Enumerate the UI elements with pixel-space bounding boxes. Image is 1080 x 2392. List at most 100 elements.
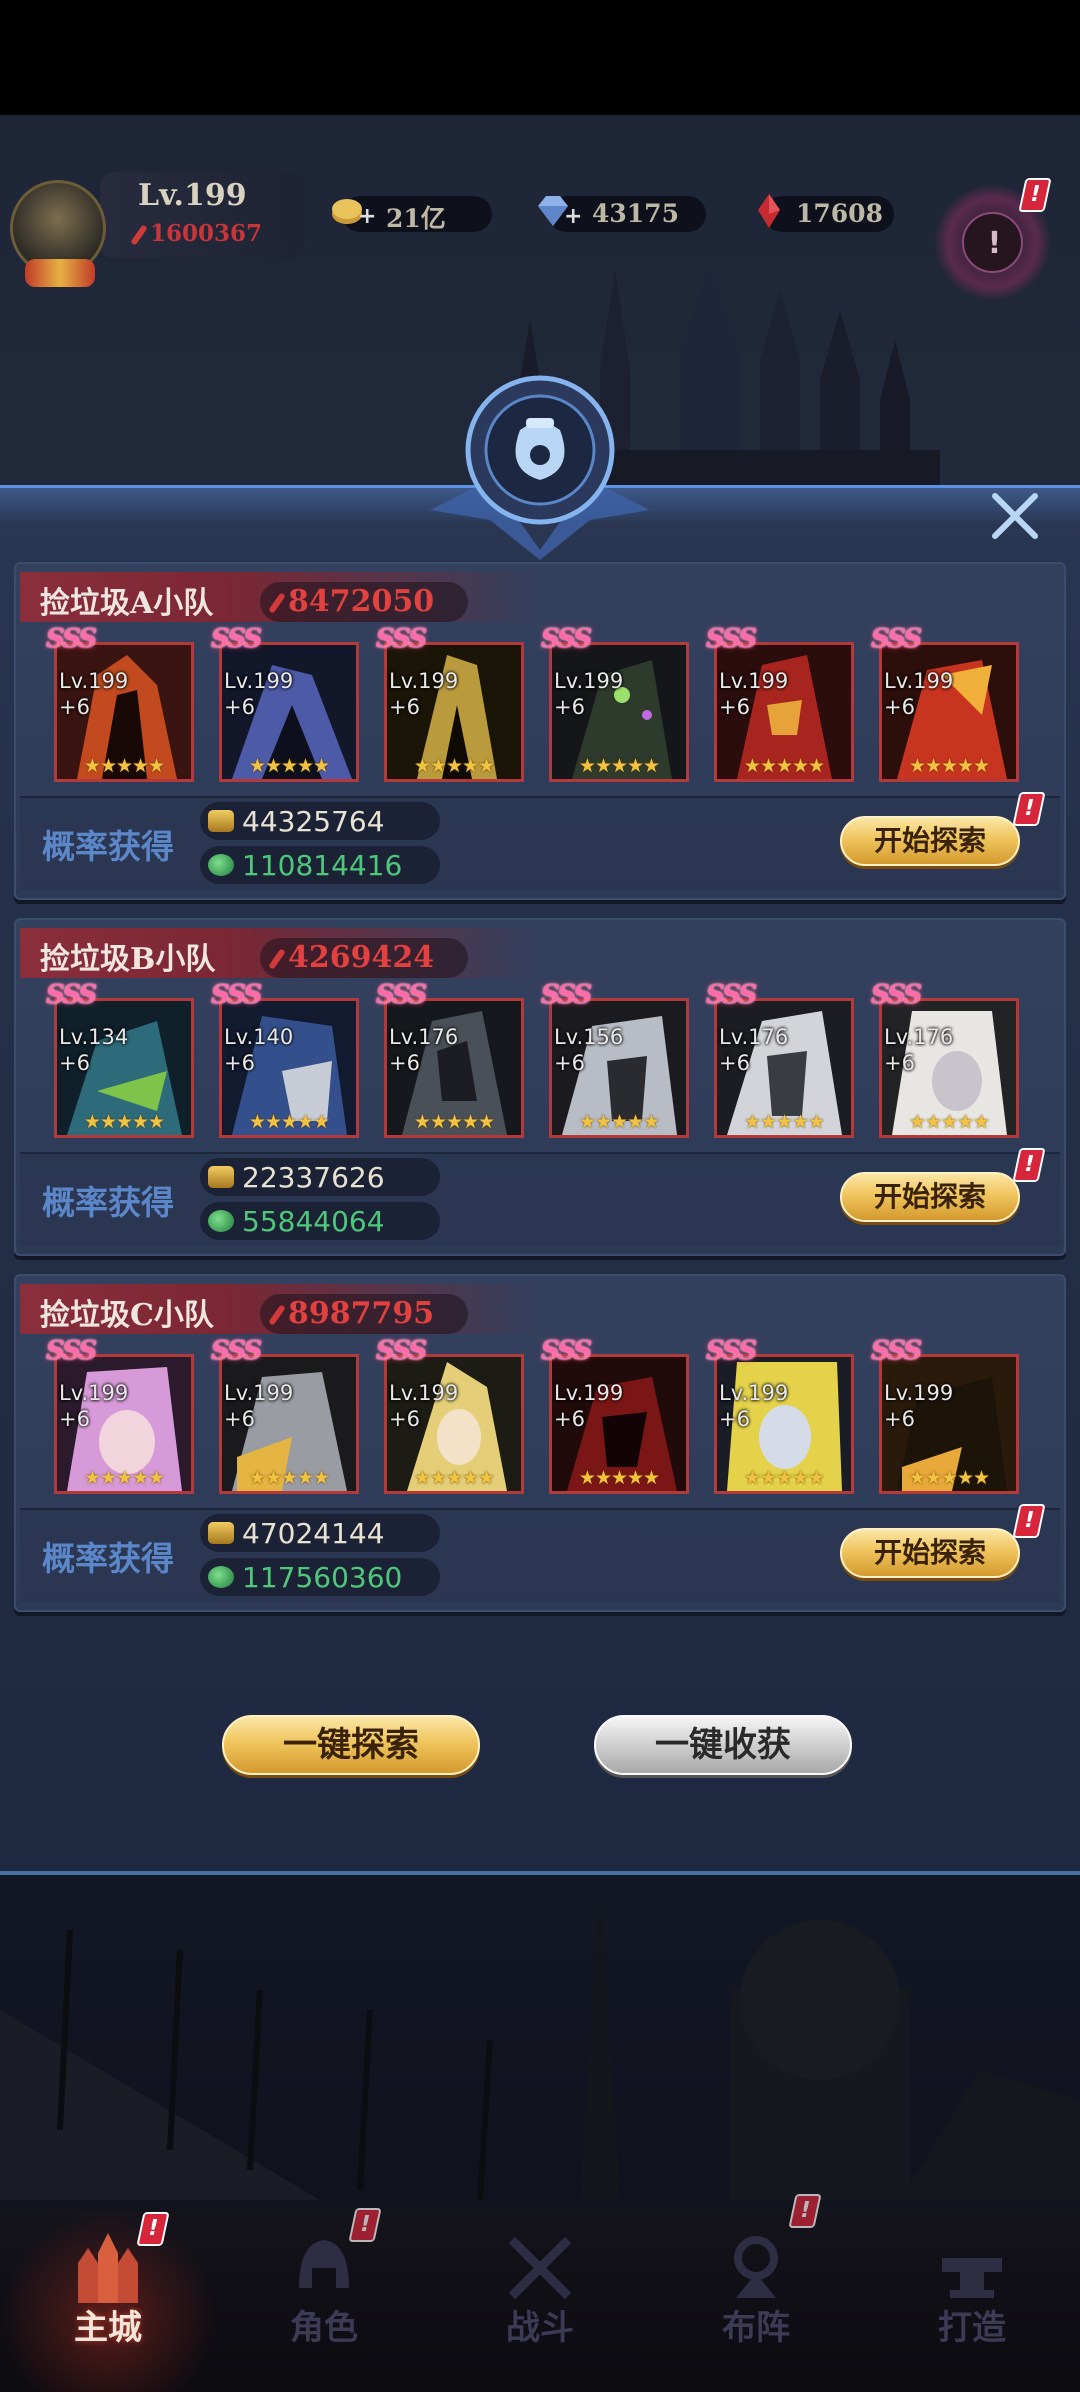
hero-plus: +6 (884, 695, 915, 719)
status-bar-area (0, 0, 1080, 115)
red-gem-value: 17608 (796, 199, 883, 228)
start-explore-button[interactable]: 开始探索 (840, 1528, 1020, 1578)
team-power-value: 8987795 (288, 1296, 435, 1331)
team-power-value: 4269424 (288, 940, 435, 975)
nav-label: 布阵 (722, 2308, 790, 2348)
hero-level: Lv.199 (884, 669, 954, 693)
reward-row: 概率获得 47024144 117560360 开始探索 (20, 1504, 1060, 1602)
hero-stars: ★★★★★ (413, 755, 495, 777)
hero-card[interactable]: Lv.199 +6 ★★★★★ (549, 1354, 689, 1494)
nav-label: 战斗 (506, 2308, 574, 2348)
hero-plus: +6 (59, 1051, 90, 1075)
hero-plus: +6 (554, 1051, 585, 1075)
add-gold-icon[interactable]: + (358, 204, 376, 229)
formation-icon (734, 2236, 778, 2298)
explore-alert-badge (1012, 1148, 1046, 1182)
hero-level: Lv.140 (224, 1025, 294, 1049)
potion-reward: 110814416 (200, 846, 440, 884)
hero-level: Lv.199 (719, 1381, 789, 1405)
hero-plus: +6 (554, 695, 585, 719)
avatar-frame-decoration (25, 259, 95, 287)
hero-level: Lv.199 (554, 1381, 624, 1405)
team-card-b: 捡垃圾B小队 4269424 Lv.134 +6 ★★★★★ Lv.140 +6… (14, 918, 1066, 1256)
hero-plus: +6 (884, 1407, 915, 1431)
hero-card[interactable]: Lv.199 +6 ★★★★★ (879, 642, 1019, 782)
player-level: Lv.199 (138, 178, 247, 213)
hero-level: Lv.156 (554, 1025, 624, 1049)
player-power-value: 1600367 (150, 220, 263, 247)
potion-reward: 117560360 (200, 1558, 440, 1596)
diamond-resource[interactable]: + 43175 (538, 196, 706, 232)
rank-badge: SSS (46, 980, 97, 1010)
hero-card[interactable]: Lv.199 +6 ★★★★★ (384, 642, 524, 782)
hero-card[interactable]: Lv.199 +6 ★★★★★ (219, 1354, 359, 1494)
nav-formation[interactable]: 布阵 (648, 2194, 864, 2392)
avatar[interactable] (10, 180, 106, 287)
nav-label: 主城 (74, 2308, 142, 2348)
nav-forge[interactable]: 打造 (864, 2210, 1080, 2392)
hero-card[interactable]: Lv.140 +6 ★★★★★ (219, 998, 359, 1138)
red-gem-resource[interactable]: 17608 (758, 194, 894, 232)
start-explore-button[interactable]: 开始探索 (840, 1172, 1020, 1222)
hero-stars: ★★★★★ (83, 755, 165, 777)
hero-plus: +6 (719, 1051, 750, 1075)
gold-reward-value: 44325764 (242, 805, 385, 838)
hero-card[interactable]: Lv.199 +6 ★★★★★ (384, 1354, 524, 1494)
rank-badge: SSS (541, 624, 592, 654)
gold-value: 21亿 (386, 204, 446, 233)
hero-plus: +6 (224, 695, 255, 719)
hero-card[interactable]: Lv.176 +6 ★★★★★ (879, 998, 1019, 1138)
anvil-icon (942, 2258, 1002, 2298)
hero-card[interactable]: Lv.199 +6 ★★★★★ (714, 1354, 854, 1494)
gold-reward: 44325764 (200, 802, 440, 840)
hero-card[interactable]: Lv.199 +6 ★★★★★ (219, 642, 359, 782)
rank-badge: SSS (211, 1336, 262, 1366)
hero-card[interactable]: Lv.199 +6 ★★★★★ (879, 1354, 1019, 1494)
potion-reward: 55844064 (200, 1202, 440, 1240)
gold-resource[interactable]: + 21亿 (332, 196, 492, 233)
hero-level: Lv.199 (554, 669, 624, 693)
hero-stars: ★★★★★ (83, 1111, 165, 1133)
hero-card[interactable]: Lv.176 +6 ★★★★★ (714, 998, 854, 1138)
gold-reward: 47024144 (200, 1514, 440, 1552)
hero-level: Lv.176 (884, 1025, 954, 1049)
explore-all-button[interactable]: 一键探索 (222, 1715, 480, 1775)
hero-stars: ★★★★★ (248, 1111, 330, 1133)
add-diamond-icon[interactable]: + (564, 204, 582, 229)
hero-card[interactable]: Lv.156 +6 ★★★★★ (549, 998, 689, 1138)
hero-stars: ★★★★★ (578, 755, 660, 777)
hero-stars: ★★★★★ (908, 755, 990, 777)
hero-plus: +6 (389, 695, 420, 719)
explore-alert-badge (1012, 1504, 1046, 1538)
hero-card[interactable]: Lv.199 +6 ★★★★★ (549, 642, 689, 782)
hero-card[interactable]: Lv.134 +6 ★★★★★ (54, 998, 194, 1138)
team-header: 捡垃圾B小队 4269424 (20, 928, 540, 978)
hero-level: Lv.134 (59, 1025, 129, 1049)
hero-level: Lv.199 (719, 669, 789, 693)
hero-plus: +6 (59, 695, 90, 719)
hero-plus: +6 (719, 1407, 750, 1431)
hero-plus: +6 (59, 1407, 90, 1431)
hero-card[interactable]: Lv.176 +6 ★★★★★ (384, 998, 524, 1138)
hero-card[interactable]: Lv.199 +6 ★★★★★ (54, 1354, 194, 1494)
rank-badge: SSS (376, 1336, 427, 1366)
collect-all-button[interactable]: 一键收获 (594, 1715, 852, 1775)
hero-level: Lv.199 (884, 1381, 954, 1405)
hero-stars: ★★★★★ (413, 1467, 495, 1489)
player-level-panel: Lv.199 1600367 (100, 172, 305, 258)
nav-characters[interactable]: 角色 (216, 2208, 432, 2392)
hero-plus: +6 (224, 1407, 255, 1431)
hero-card[interactable]: Lv.199 +6 ★★★★★ (54, 642, 194, 782)
hero-card[interactable]: Lv.199 +6 ★★★★★ (714, 642, 854, 782)
nav-main-city[interactable]: 主城 (0, 2210, 216, 2392)
start-explore-button[interactable]: 开始探索 (840, 816, 1020, 866)
hero-stars: ★★★★★ (578, 1467, 660, 1489)
potion-reward-value: 110814416 (242, 849, 403, 882)
gold-reward-value: 22337626 (242, 1161, 385, 1194)
hero-level: Lv.199 (389, 669, 459, 693)
nav-battle[interactable]: 战斗 (432, 2210, 648, 2392)
hero-stars: ★★★★★ (743, 755, 825, 777)
hero-stars: ★★★★★ (413, 1111, 495, 1133)
close-icon[interactable] (985, 488, 1045, 544)
hero-stars: ★★★★★ (83, 1467, 165, 1489)
